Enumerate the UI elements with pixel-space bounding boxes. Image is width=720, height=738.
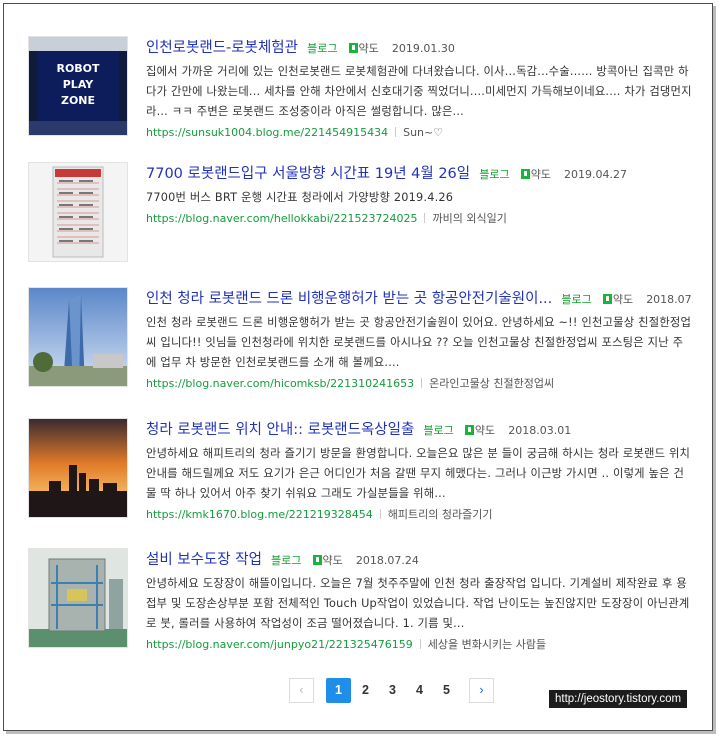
- result-url-link[interactable]: https://blog.naver.com/hicomksb/22131024…: [146, 377, 414, 390]
- thumbnail[interactable]: [28, 287, 128, 387]
- divider: [421, 378, 423, 388]
- result-url-link[interactable]: https://blog.naver.com/hellokkabi/221523…: [146, 212, 417, 225]
- result-snippet: 인천 청라 로봇랜드 드론 비행운행허가 받는 곳 항공안전기술원이 있어요. …: [146, 316, 692, 369]
- result-url-link[interactable]: https://blog.naver.com/junpyo21/22132547…: [146, 638, 413, 651]
- robot-play-zone-image: ROBOT PLAY ZONE: [29, 37, 127, 135]
- page-2-button[interactable]: 2: [353, 678, 378, 703]
- blog-author-link[interactable]: 까비의 외식일기: [432, 212, 506, 225]
- divider: [424, 213, 426, 223]
- result-title-link[interactable]: 인천 청라 로봇랜드 드론 비행운행허가 받는 곳 항공안전기술원이...: [146, 291, 552, 307]
- result-snippet: 7700번 버스 BRT 운행 시간표 청라에서 가양방향 2019.4.26: [146, 191, 454, 204]
- search-results-panel: ROBOT PLAY ZONE 인천로봇랜드-로봇체험관 블로그 약도 2019…: [3, 3, 713, 731]
- blog-author-link[interactable]: Sun~♡: [403, 126, 443, 139]
- blog-author-link[interactable]: 해피트리의 청라즐기기: [388, 508, 493, 521]
- category-tag: 블로그: [271, 554, 302, 567]
- divider: [379, 509, 381, 519]
- page-3-button[interactable]: 3: [380, 678, 405, 703]
- thumbnail[interactable]: [28, 548, 128, 648]
- map-pin-icon: [464, 425, 474, 435]
- category-tag: 블로그: [561, 293, 592, 306]
- map-pin-icon: [348, 43, 358, 53]
- category-tag: 블로그: [479, 168, 510, 181]
- page-4-button[interactable]: 4: [407, 678, 432, 703]
- thumbnail[interactable]: [28, 418, 128, 518]
- map-link[interactable]: 약도: [359, 42, 379, 55]
- category-tag: 블로그: [307, 42, 338, 55]
- tower-photo-image: [29, 288, 127, 386]
- divider: [395, 127, 397, 137]
- prev-page-button[interactable]: ‹: [289, 677, 314, 703]
- blog-author-link[interactable]: 온라인고물상 친절한정업씨: [429, 377, 554, 390]
- thumb-text-1: ROBOT: [56, 62, 100, 75]
- post-date: 2019.04.27: [564, 168, 628, 181]
- result-snippet: 안녕하세요 해피트리의 청라 즐기기 방문을 환영합니다. 오늘은요 많은 분 …: [146, 447, 691, 500]
- result-snippet: 집에서 가까운 거리에 있는 인천로봇랜드 로봇체험관에 다녀왔습니다. 이사.…: [146, 65, 692, 118]
- thumb-text-3: ZONE: [61, 94, 95, 107]
- page-1-button[interactable]: 1: [326, 677, 351, 703]
- result-snippet: 안녕하세요 도장장이 해뜰이입니다. 오늘은 7월 첫주주말에 인천 청라 출장…: [146, 577, 690, 630]
- result-title-link[interactable]: 청라 로봇랜드 위치 안내:: 로봇랜드옥상일출: [146, 422, 414, 438]
- thumbnail[interactable]: ROBOT PLAY ZONE: [28, 36, 128, 136]
- map-link[interactable]: 약도: [531, 168, 551, 181]
- next-page-button[interactable]: ›: [469, 677, 494, 703]
- post-date: 2019.01.30: [391, 42, 455, 55]
- result-url-link[interactable]: https://sunsuk1004.blog.me/221454915434: [146, 126, 388, 139]
- sunrise-photo-image: [29, 419, 127, 517]
- map-pin-icon: [602, 294, 612, 304]
- result-url-link[interactable]: https://kmk1670.blog.me/221219328454: [146, 508, 373, 521]
- map-pin-icon: [520, 169, 530, 179]
- thumb-text-2: PLAY: [63, 78, 95, 91]
- divider: [419, 639, 421, 649]
- watermark: http://jeostory.tistory.com: [549, 690, 688, 708]
- page-5-button[interactable]: 5: [434, 678, 459, 703]
- map-link[interactable]: 약도: [475, 424, 495, 437]
- result-title-link[interactable]: 설비 보수도장 작업: [146, 552, 262, 568]
- thumbnail[interactable]: [28, 162, 128, 262]
- result-title-link[interactable]: 인천로봇랜드-로봇체험관: [146, 40, 298, 56]
- map-link[interactable]: 약도: [323, 554, 343, 567]
- post-date: 2018.07.02: [646, 293, 693, 306]
- timetable-board-image: [29, 163, 127, 261]
- pagination: ‹ 1 2 3 4 5 ›: [289, 677, 496, 703]
- result-title-link[interactable]: 7700 로봇랜드입구 서울방향 시간표 19년 4월 26일: [146, 166, 470, 182]
- post-date: 2018.03.01: [508, 424, 572, 437]
- blog-author-link[interactable]: 세상을 변화시키는 사람들: [428, 638, 546, 651]
- map-link[interactable]: 약도: [613, 293, 633, 306]
- post-date: 2018.07.24: [355, 554, 419, 567]
- category-tag: 블로그: [423, 424, 454, 437]
- equipment-photo-image: [29, 549, 127, 647]
- map-pin-icon: [312, 555, 322, 565]
